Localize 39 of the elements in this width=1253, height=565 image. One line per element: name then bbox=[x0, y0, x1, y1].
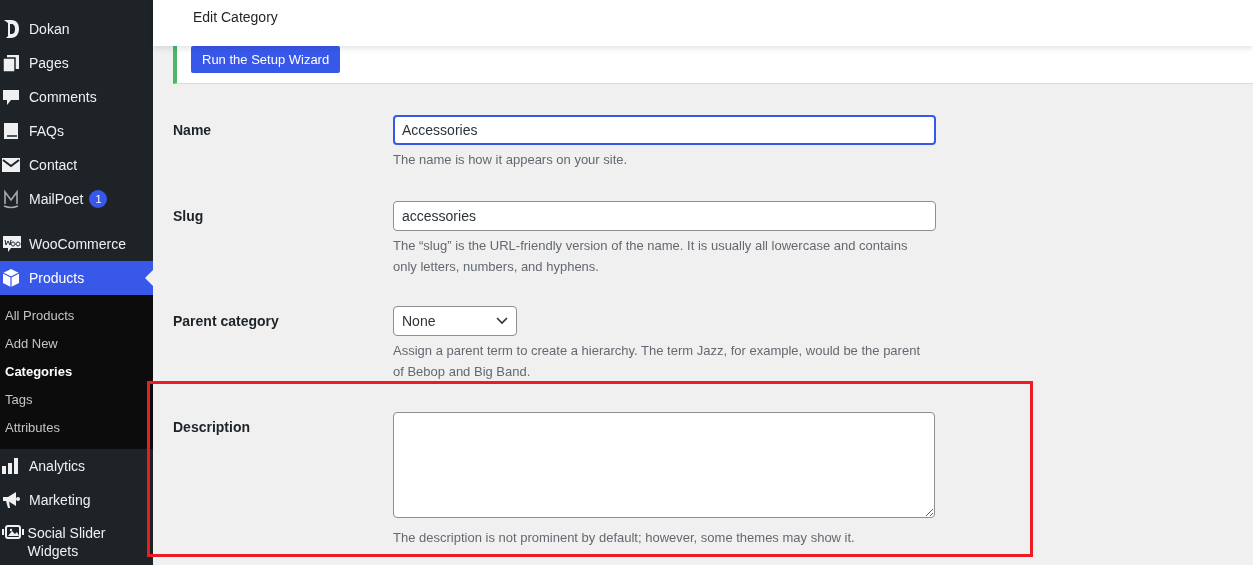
count-badge: 1 bbox=[89, 190, 108, 208]
letter-m-icon bbox=[2, 189, 20, 209]
sidebar-item[interactable]: FAQs bbox=[0, 114, 153, 148]
speech-bubble-icon bbox=[2, 88, 20, 106]
text-field[interactable]: accessories bbox=[393, 201, 936, 231]
megaphone-icon bbox=[2, 491, 22, 509]
help-text: The name is how it appears on your site. bbox=[393, 151, 629, 169]
sidebar-item[interactable]: Comments bbox=[0, 80, 153, 114]
sidebar-item[interactable]: MailPoet 1 bbox=[0, 182, 153, 216]
bar-chart-icon bbox=[2, 458, 20, 474]
box-icon bbox=[2, 268, 20, 288]
pointer-icon bbox=[145, 270, 153, 286]
sidebar-item[interactable]: Marketing bbox=[0, 483, 153, 517]
dropdown[interactable]: None bbox=[393, 306, 517, 336]
help-text: Assign a parent term to create a hierarchy. The term Jazz, for example, would be the parent of Bebop and Big Band. bbox=[393, 342, 921, 381]
chevron-down-icon bbox=[496, 317, 508, 325]
submenu-item[interactable]: Tags bbox=[0, 386, 153, 414]
setup-wizard-button[interactable]: Run the Setup Wizard bbox=[191, 46, 341, 73]
field-label: Description bbox=[173, 418, 251, 437]
help-text: The “slug” is the URL-friendly version of the name. It is usually all lowercase and contains only letters, numbers, and hyphens. bbox=[393, 237, 909, 276]
field-label: Parent category bbox=[173, 312, 280, 331]
submenu-item[interactable]: Attributes bbox=[0, 414, 153, 442]
page-title: Edit Category bbox=[192, 8, 279, 25]
help-text: The description is not prominent by default; however, some themes may show it. bbox=[393, 529, 856, 547]
field-label: Name bbox=[173, 121, 213, 140]
field-label: Slug bbox=[173, 207, 205, 226]
image-frame-icon bbox=[2, 524, 24, 542]
submenu-item[interactable]: Add New bbox=[0, 330, 153, 358]
sidebar-item[interactable]: Contact bbox=[0, 148, 153, 182]
submenu-item[interactable]: Categories bbox=[0, 358, 153, 386]
description-textarea[interactable] bbox=[393, 412, 935, 518]
text-field[interactable]: Accessories bbox=[393, 115, 936, 145]
sidebar-item[interactable]: WooCommerce bbox=[0, 227, 153, 261]
sidebar-item[interactable]: Dokan bbox=[0, 12, 153, 46]
sidebar-item[interactable]: Social Slider Widgets bbox=[0, 517, 153, 565]
sidebar-item[interactable]: Analytics bbox=[0, 449, 153, 483]
sidebar-item[interactable]: Pages bbox=[0, 46, 153, 80]
submenu-item[interactable]: All Products bbox=[0, 302, 153, 330]
sidebar-item[interactable]: Products bbox=[0, 261, 153, 295]
